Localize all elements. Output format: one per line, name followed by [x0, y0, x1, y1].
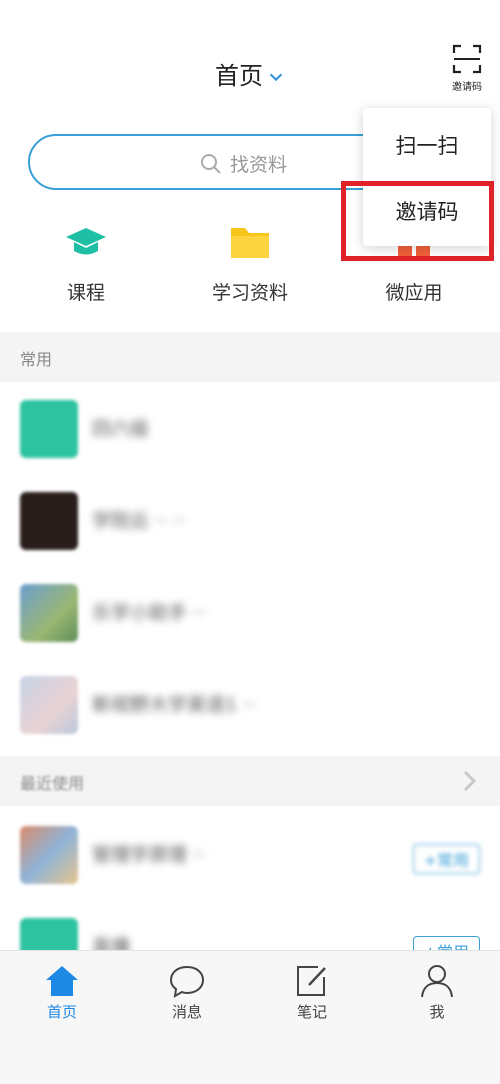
invite-code-button[interactable]: 邀请码	[444, 44, 490, 100]
highlight-box	[341, 181, 494, 261]
search-placeholder: 找资料	[230, 154, 288, 176]
tab-notes[interactable]: 笔记	[272, 963, 352, 1022]
quick-action-courses[interactable]: 课程	[16, 220, 156, 310]
quick-action-label: 课程	[66, 282, 105, 304]
quick-action-label: 学习资料	[211, 282, 288, 304]
user-icon	[421, 965, 453, 998]
chevron-right-icon	[463, 770, 477, 792]
note-icon	[297, 966, 326, 996]
page-title-dropdown[interactable]: 首页	[0, 56, 500, 91]
tab-label: 笔记	[296, 1003, 327, 1021]
frequent-item[interactable]: 学院云 ·· ··	[0, 472, 500, 572]
tab-me[interactable]: 我	[397, 963, 477, 1022]
tab-label: 消息	[171, 1003, 202, 1021]
recent-item[interactable]: 管理学原理 ·· +常用	[0, 806, 500, 906]
tab-label: 首页	[46, 1003, 77, 1021]
scan-frame-icon	[452, 44, 482, 74]
app-thumbnail	[20, 400, 78, 458]
add-to-frequent-button[interactable]: +常用	[412, 844, 480, 874]
page-title: 首页	[215, 62, 263, 90]
tab-home[interactable]: 首页	[22, 963, 102, 1022]
section-label: 常用	[20, 350, 53, 369]
frequent-item[interactable]: 乐学小助手 ··	[0, 564, 500, 664]
item-title: 新视野大学英语1 ··	[92, 694, 256, 716]
home-icon	[46, 966, 78, 996]
item-title: 管理学原理 ··	[92, 844, 206, 866]
item-title: 学院云 ·· ··	[92, 510, 186, 532]
quick-action-label: 微应用	[385, 282, 443, 304]
bottom-tab-bar: 首页 消息 笔记 我	[0, 950, 500, 1084]
message-icon	[169, 965, 205, 998]
app-thumbnail	[20, 492, 78, 550]
item-title: 四六级	[92, 418, 150, 440]
frequent-section-header: 常用	[0, 332, 500, 382]
graduation-cap-icon	[66, 228, 106, 255]
menu-item-scan[interactable]: 扫一扫	[363, 114, 491, 178]
folder-icon	[231, 228, 269, 258]
search-icon	[201, 154, 221, 174]
tab-label: 我	[429, 1003, 445, 1021]
tab-messages[interactable]: 消息	[147, 963, 227, 1022]
item-title: 乐学小助手 ··	[92, 602, 206, 624]
app-thumbnail	[20, 676, 78, 734]
frequent-item[interactable]: 四六级	[0, 380, 500, 480]
app-thumbnail	[20, 584, 78, 642]
recent-section-header[interactable]: 最近使用	[0, 756, 500, 806]
app-thumbnail	[20, 826, 78, 884]
quick-action-materials[interactable]: 学习资料	[180, 220, 320, 310]
frequent-item[interactable]: 新视野大学英语1 ··	[0, 656, 500, 756]
chevron-down-icon	[269, 73, 283, 82]
invite-code-label: 邀请码	[452, 82, 482, 93]
section-label: 最近使用	[20, 774, 85, 793]
